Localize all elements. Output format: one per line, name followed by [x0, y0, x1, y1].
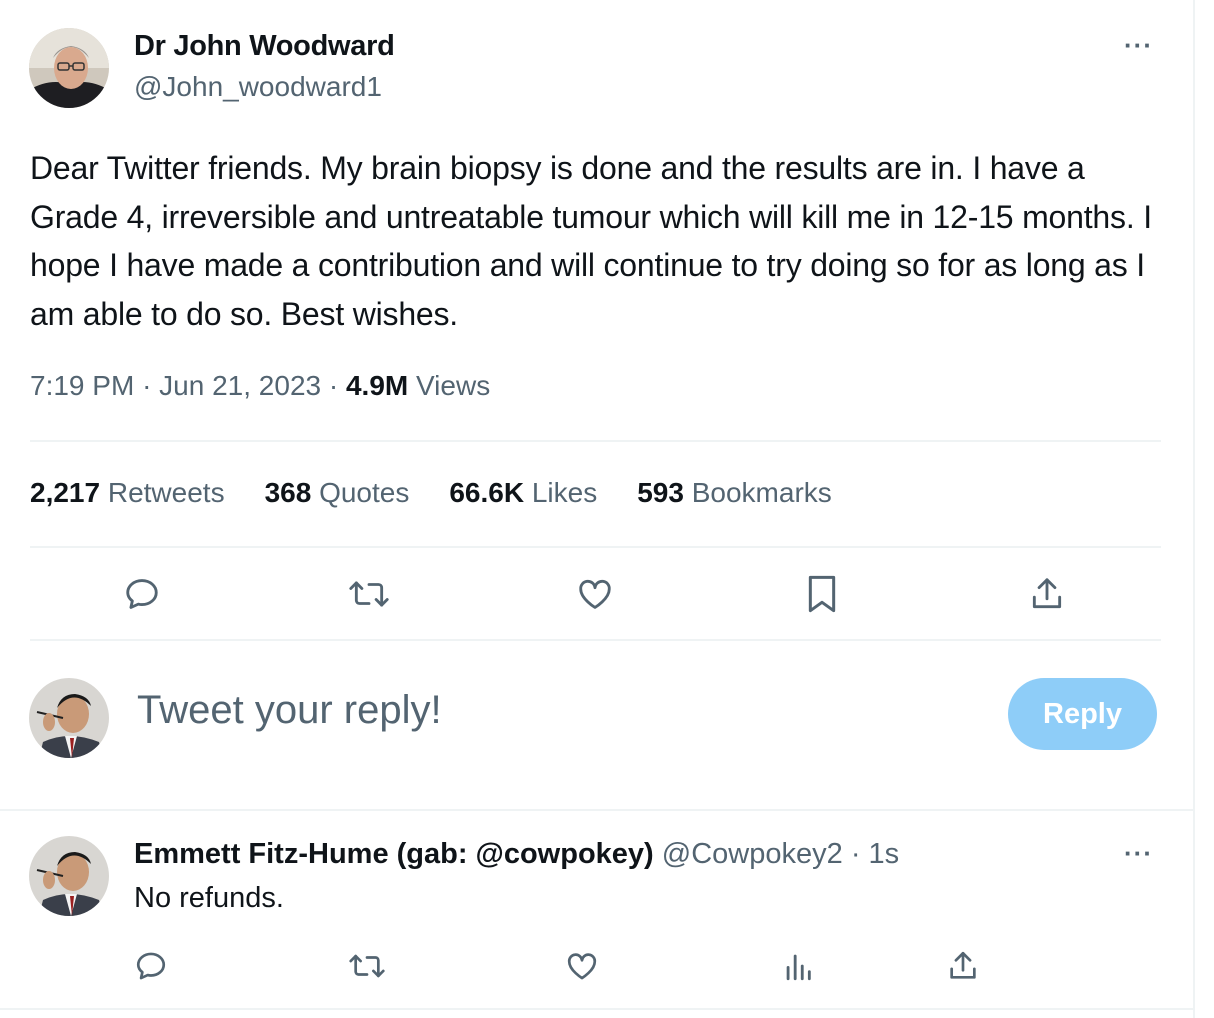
- retweets-label: Retweets: [107, 477, 225, 508]
- retweets-stat[interactable]: 2,217 Retweets: [30, 477, 225, 509]
- retweet-action[interactable]: [346, 573, 392, 615]
- views-count: 4.9M: [345, 370, 409, 401]
- likes-label: Likes: [531, 477, 598, 508]
- reply-action[interactable]: [121, 573, 163, 615]
- reply-reply-action[interactable]: [132, 947, 170, 985]
- likes-stat[interactable]: 66.6K Likes: [449, 477, 597, 509]
- divider: [30, 546, 1161, 548]
- author-handle[interactable]: @John_woodward1: [134, 71, 382, 103]
- share-icon: [950, 951, 976, 979]
- tweet-time[interactable]: 7:19 PM: [30, 370, 134, 401]
- divider: [30, 639, 1161, 641]
- reply-share-action[interactable]: [944, 947, 982, 985]
- bookmark-action[interactable]: [801, 573, 843, 615]
- views-icon: [786, 954, 811, 981]
- share-action[interactable]: [1026, 573, 1068, 615]
- share-icon: [1032, 578, 1062, 609]
- divider: [30, 440, 1161, 442]
- bookmarks-label: Bookmarks: [691, 477, 832, 508]
- reply-input[interactable]: [137, 688, 937, 733]
- like-icon: [567, 953, 597, 980]
- quotes-label: Quotes: [319, 477, 410, 508]
- reply-time[interactable]: 1s: [869, 838, 900, 870]
- reply-author-avatar[interactable]: [29, 836, 109, 916]
- author-avatar[interactable]: [29, 28, 109, 108]
- reply-header: Emmett Fitz-Hume (gab: @cowpokey) @Cowpo…: [134, 838, 899, 871]
- engagement-stats: 2,217 Retweets 368 Quotes 66.6K Likes 59…: [30, 477, 832, 509]
- quotes-count: 368: [264, 477, 312, 508]
- reply-views-action[interactable]: [779, 947, 817, 985]
- quotes-stat[interactable]: 368 Quotes: [265, 477, 410, 509]
- tweet-text: Dear Twitter friends. My brain biopsy is…: [30, 150, 1152, 332]
- bookmark-icon: [808, 575, 836, 613]
- author-name[interactable]: Dr John Woodward: [134, 30, 395, 63]
- reply-author-name[interactable]: Emmett Fitz-Hume (gab: @cowpokey): [134, 838, 654, 870]
- like-action[interactable]: [574, 573, 616, 615]
- more-options-icon[interactable]: ···: [1124, 30, 1153, 61]
- current-user-avatar[interactable]: [29, 678, 109, 758]
- tweet-date[interactable]: Jun 21, 2023: [159, 370, 321, 401]
- likes-count: 66.6K: [449, 477, 525, 508]
- tweet-meta: 7:19 PM · Jun 21, 2023 · 4.9M Views: [30, 370, 490, 402]
- reply-retweet-action[interactable]: [346, 947, 388, 985]
- meta-separator: ·: [142, 370, 152, 401]
- reply-author-handle[interactable]: @Cowpokey2: [662, 838, 843, 870]
- reply-text: No refunds.: [134, 882, 284, 914]
- reply-separator: ·: [850, 838, 861, 870]
- reply-like-action[interactable]: [563, 947, 601, 985]
- divider: [0, 1008, 1193, 1010]
- divider: [0, 809, 1193, 811]
- like-icon: [579, 579, 611, 609]
- reply-icon: [126, 579, 158, 609]
- retweet-icon: [349, 954, 385, 978]
- bookmarks-count: 593: [637, 477, 684, 508]
- timeline-right-border: [1193, 0, 1195, 1018]
- retweet-icon: [349, 581, 389, 607]
- reply-more-options-icon[interactable]: ···: [1124, 838, 1153, 869]
- bookmarks-stat[interactable]: 593 Bookmarks: [637, 477, 832, 509]
- retweets-count: 2,217: [30, 477, 101, 508]
- reply-icon: [136, 952, 166, 980]
- reply-button[interactable]: Reply: [1008, 678, 1157, 750]
- meta-separator: ·: [328, 370, 339, 401]
- views-label: Views: [416, 370, 491, 401]
